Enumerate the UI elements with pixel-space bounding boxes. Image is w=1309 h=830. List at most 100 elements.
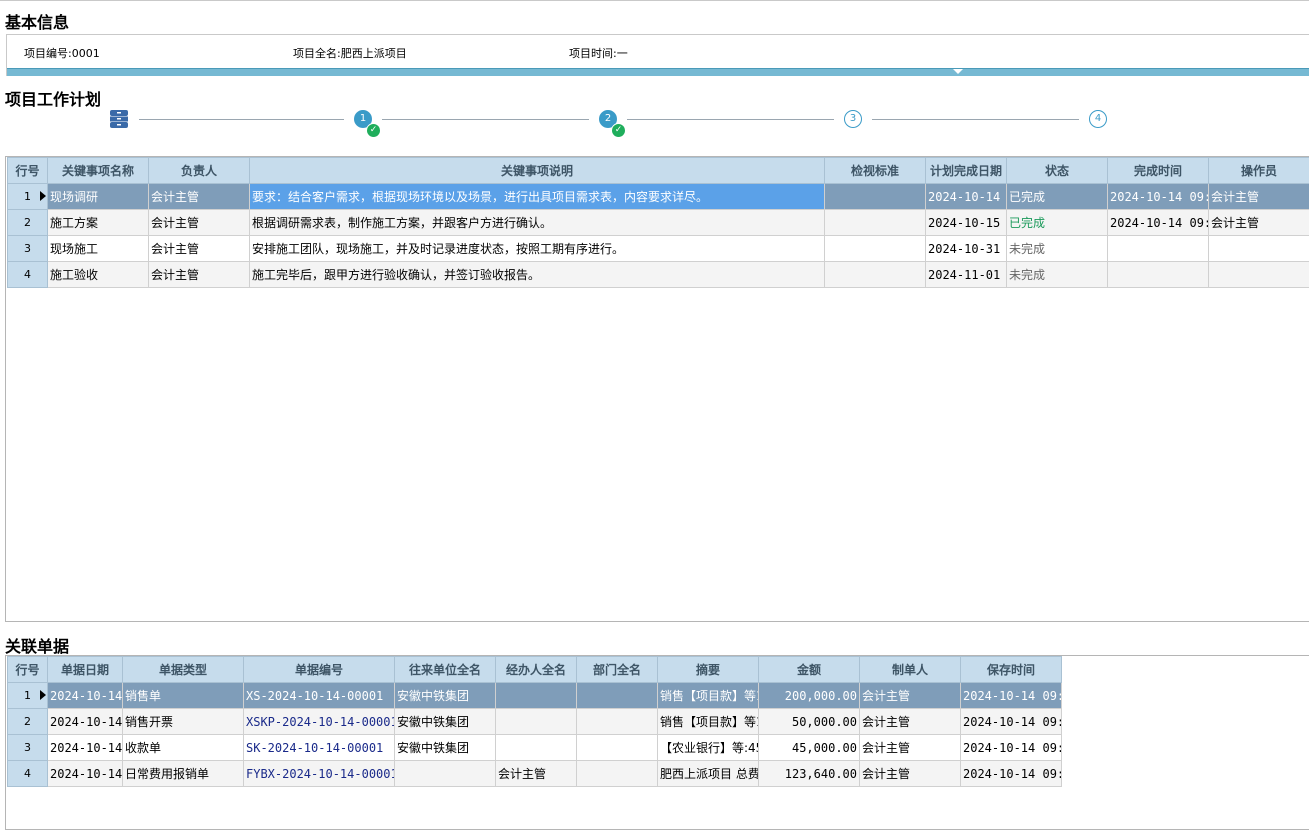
col-header[interactable]: 单据类型 <box>122 656 244 683</box>
cell-owner[interactable]: 会计主管 <box>148 261 250 288</box>
cell-standard[interactable] <box>824 183 926 210</box>
col-header[interactable]: 状态 <box>1006 157 1108 184</box>
cell-done-time[interactable]: 2024-10-14 09:34 <box>1107 183 1209 210</box>
cell-status[interactable]: 未完成 <box>1006 261 1108 288</box>
cell-maker[interactable]: 会计主管 <box>859 708 961 735</box>
cell-due[interactable]: 2024-10-14 <box>925 183 1007 210</box>
col-header[interactable]: 检视标准 <box>824 157 926 184</box>
col-header[interactable]: 保存时间 <box>960 656 1062 683</box>
cell-dept[interactable] <box>576 708 658 735</box>
col-header[interactable]: 行号 <box>7 157 48 184</box>
cell-due[interactable]: 2024-11-01 <box>925 261 1007 288</box>
cell-code[interactable]: SK-2024-10-14-00001 <box>243 734 395 761</box>
cell-saved[interactable]: 2024-10-14 09:39 <box>960 734 1062 761</box>
col-header[interactable]: 单据编号 <box>243 656 395 683</box>
cell-desc[interactable]: 安排施工团队，现场施工，并及时记录进度状态，按照工期有序进行。 <box>249 235 825 262</box>
col-header[interactable]: 关键事项说明 <box>249 157 825 184</box>
table-row[interactable]: 4 施工验收 会计主管 施工完毕后，跟甲方进行验收确认，并签订验收报告。 202… <box>7 261 1309 288</box>
cell-standard[interactable] <box>824 261 926 288</box>
table-row[interactable]: 1 现场调研 会计主管 要求：结合客户需求，根据现场环境以及场景，进行出具项目需… <box>7 183 1309 210</box>
cell-due[interactable]: 2024-10-15 <box>925 209 1007 236</box>
cell-status[interactable]: 未完成 <box>1006 235 1108 262</box>
cell-company[interactable]: 安徽中铁集团 <box>394 682 496 709</box>
cell-handler[interactable]: 会计主管 <box>495 760 577 787</box>
cell-date[interactable]: 2024-10-14 <box>47 682 123 709</box>
cell-maker[interactable]: 会计主管 <box>859 682 961 709</box>
col-header[interactable]: 单据日期 <box>47 656 123 683</box>
cell-desc[interactable]: 要求：结合客户需求，根据现场环境以及场景，进行出具项目需求表，内容要求详尽。 <box>249 183 825 210</box>
cell-code[interactable]: XSKP-2024-10-14-00001 <box>243 708 395 735</box>
col-header[interactable]: 摘要 <box>657 656 759 683</box>
cell-name[interactable]: 施工验收 <box>47 261 149 288</box>
cell-due[interactable]: 2024-10-31 <box>925 235 1007 262</box>
cell-dept[interactable] <box>576 682 658 709</box>
cell-type[interactable]: 收款单 <box>122 734 244 761</box>
col-header[interactable]: 制单人 <box>859 656 961 683</box>
cell-amount[interactable]: 123,640.00 <box>758 760 860 787</box>
collapse-bar[interactable] <box>7 68 1309 76</box>
col-header[interactable]: 往来单位全名 <box>394 656 496 683</box>
cell-name[interactable]: 现场施工 <box>47 235 149 262</box>
cell-owner[interactable]: 会计主管 <box>148 235 250 262</box>
col-header[interactable]: 操作员 <box>1208 157 1309 184</box>
cell-name[interactable]: 施工方案 <box>47 209 149 236</box>
cell-date[interactable]: 2024-10-14 <box>47 734 123 761</box>
cell-name[interactable]: 现场调研 <box>47 183 149 210</box>
cell-operator[interactable]: 会计主管 <box>1208 209 1309 236</box>
cell-operator[interactable]: 会计主管 <box>1208 183 1309 210</box>
cell-company[interactable]: 安徽中铁集团 <box>394 708 496 735</box>
cell-maker[interactable]: 会计主管 <box>859 734 961 761</box>
cell-owner[interactable]: 会计主管 <box>148 209 250 236</box>
cell-done-time[interactable] <box>1107 235 1209 262</box>
cell-type[interactable]: 日常费用报销单 <box>122 760 244 787</box>
cell-company[interactable]: 安徽中铁集团 <box>394 734 496 761</box>
col-header[interactable]: 部门全名 <box>576 656 658 683</box>
cell-type[interactable]: 销售单 <box>122 682 244 709</box>
cell-summary[interactable]: 【农业银行】等:45 <box>657 734 759 761</box>
cell-dept[interactable] <box>576 760 658 787</box>
cell-saved[interactable]: 2024-10-14 09:36 <box>960 708 1062 735</box>
cell-saved[interactable]: 2024-10-14 09:35 <box>960 682 1062 709</box>
cell-amount[interactable]: 50,000.00 <box>758 708 860 735</box>
cell-code[interactable]: FYBX-2024-10-14-00001 <box>243 760 395 787</box>
col-header[interactable]: 关键事项名称 <box>47 157 149 184</box>
cell-maker[interactable]: 会计主管 <box>859 760 961 787</box>
cell-summary[interactable]: 肥西上派项目 总费 <box>657 760 759 787</box>
cell-operator[interactable] <box>1208 261 1309 288</box>
step-3[interactable]: 3 <box>844 110 862 128</box>
cell-handler[interactable] <box>495 682 577 709</box>
table-row[interactable]: 1 2024-10-14 销售单 XS-2024-10-14-00001 安徽中… <box>7 682 1062 709</box>
cell-status[interactable]: 已完成 <box>1006 183 1108 210</box>
table-row[interactable]: 2 2024-10-14 销售开票 XSKP-2024-10-14-00001 … <box>7 708 1062 735</box>
step-4[interactable]: 4 <box>1089 110 1107 128</box>
cell-desc[interactable]: 施工完毕后，跟甲方进行验收确认，并签订验收报告。 <box>249 261 825 288</box>
cell-company[interactable] <box>394 760 496 787</box>
cell-standard[interactable] <box>824 209 926 236</box>
cell-handler[interactable] <box>495 708 577 735</box>
collapse-arrow-icon[interactable] <box>953 69 963 74</box>
cell-amount[interactable]: 200,000.00 <box>758 682 860 709</box>
cell-status[interactable]: 已完成 <box>1006 209 1108 236</box>
table-row[interactable]: 3 现场施工 会计主管 安排施工团队，现场施工，并及时记录进度状态，按照工期有序… <box>7 235 1309 262</box>
cell-standard[interactable] <box>824 235 926 262</box>
cell-owner[interactable]: 会计主管 <box>148 183 250 210</box>
table-row[interactable]: 2 施工方案 会计主管 根据调研需求表，制作施工方案，并跟客户方进行确认。 20… <box>7 209 1309 236</box>
col-header[interactable]: 负责人 <box>148 157 250 184</box>
cell-done-time[interactable]: 2024-10-14 09:32 <box>1107 209 1209 236</box>
col-header[interactable]: 行号 <box>7 656 48 683</box>
cell-summary[interactable]: 销售【项目款】等1 <box>657 682 759 709</box>
col-header[interactable]: 经办人全名 <box>495 656 577 683</box>
cell-date[interactable]: 2024-10-14 <box>47 760 123 787</box>
col-header[interactable]: 计划完成日期 <box>925 157 1007 184</box>
table-row[interactable]: 4 2024-10-14 日常费用报销单 FYBX-2024-10-14-000… <box>7 760 1062 787</box>
cell-saved[interactable]: 2024-10-14 09:42 <box>960 760 1062 787</box>
cell-type[interactable]: 销售开票 <box>122 708 244 735</box>
cell-code[interactable]: XS-2024-10-14-00001 <box>243 682 395 709</box>
col-header[interactable]: 金额 <box>758 656 860 683</box>
cell-desc[interactable]: 根据调研需求表，制作施工方案，并跟客户方进行确认。 <box>249 209 825 236</box>
col-header[interactable]: 完成时间 <box>1107 157 1209 184</box>
cell-dept[interactable] <box>576 734 658 761</box>
table-row[interactable]: 3 2024-10-14 收款单 SK-2024-10-14-00001 安徽中… <box>7 734 1062 761</box>
cell-date[interactable]: 2024-10-14 <box>47 708 123 735</box>
cell-handler[interactable] <box>495 734 577 761</box>
